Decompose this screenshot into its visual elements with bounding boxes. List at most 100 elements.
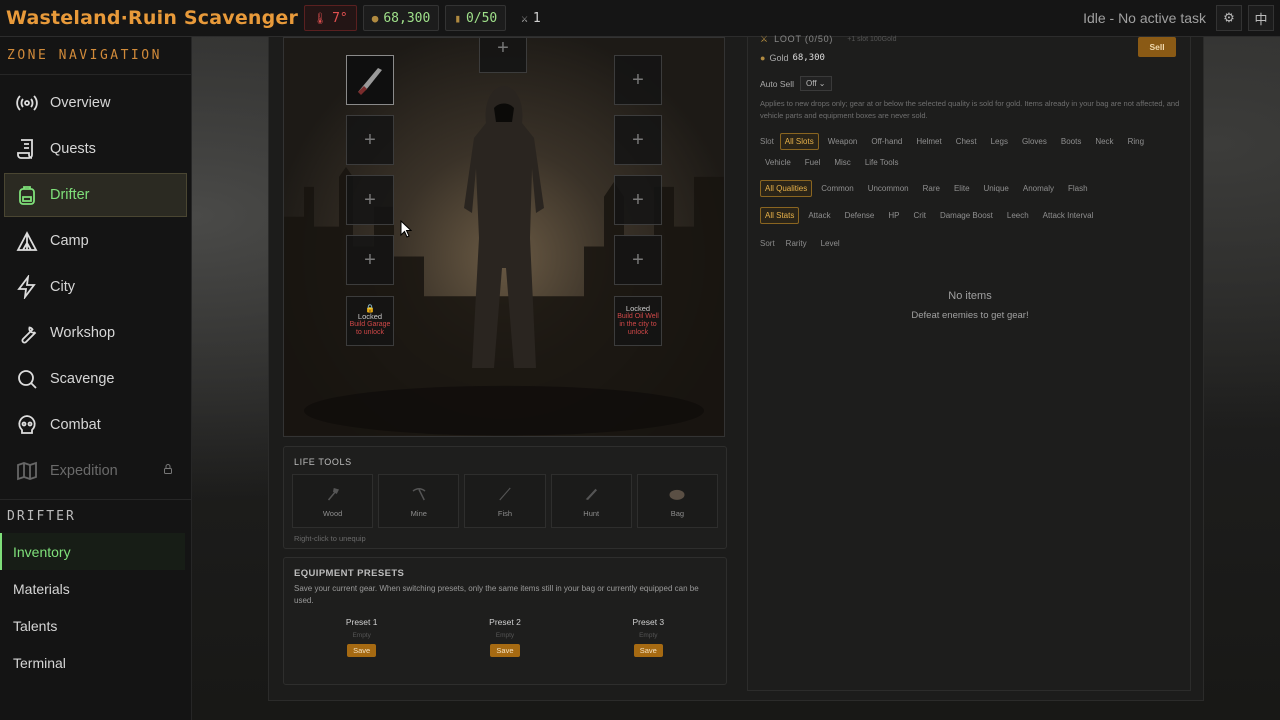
filter-stat-attack[interactable]: Attack xyxy=(803,207,835,224)
filter-slot-weapon[interactable]: Weapon xyxy=(823,133,863,150)
preset-3[interactable]: Preset 3 Empty Save xyxy=(583,617,713,657)
slot-right-4[interactable]: + xyxy=(614,235,662,285)
sidebar-item-drifter[interactable]: Drifter xyxy=(4,173,187,217)
filter-slot-offhand[interactable]: Off-hand xyxy=(866,133,907,150)
gold-value: 68,300 xyxy=(383,10,431,26)
filter-slot-helmet[interactable]: Helmet xyxy=(911,133,946,150)
filter-slot-neck[interactable]: Neck xyxy=(1090,133,1118,150)
sub-item-terminal[interactable]: Terminal xyxy=(0,644,185,681)
bag-badge: ▮ 0/50 xyxy=(445,5,507,31)
life-tools-row: Wood Mine Fish Hunt Bag xyxy=(284,467,726,528)
filter-slot-vehicle[interactable]: Vehicle xyxy=(760,154,796,171)
sidebar-item-label: Scavenge xyxy=(50,371,115,387)
sub-item-materials[interactable]: Materials xyxy=(0,570,185,607)
tool-slot-fish[interactable]: Fish xyxy=(464,474,546,528)
slot-right-3[interactable]: + xyxy=(614,175,662,225)
tool-slot-bag[interactable]: Bag xyxy=(636,474,719,528)
language-button[interactable]: 中 xyxy=(1248,5,1274,31)
filter-slot-gloves[interactable]: Gloves xyxy=(1017,133,1052,150)
thermometer-icon: 🌡 xyxy=(313,11,328,25)
preset-name: Preset 3 xyxy=(632,617,665,627)
bag-value: 0/50 xyxy=(465,10,498,26)
slot-right-1[interactable]: + xyxy=(614,55,662,105)
tool-slot-wood[interactable]: Wood xyxy=(292,474,374,528)
sidebar-item-overview[interactable]: Overview xyxy=(4,81,187,125)
filter-quality-unique[interactable]: Unique xyxy=(979,180,1014,197)
filter-slot-all[interactable]: All Slots xyxy=(779,133,819,150)
plus-icon: + xyxy=(632,188,644,211)
sidebar-item-camp[interactable]: Camp xyxy=(4,219,187,263)
gear-icon: ⚙ xyxy=(1223,10,1235,25)
slot-right-locked[interactable]: Locked Build Oil Well in the city to unl… xyxy=(614,296,662,346)
drifter-sub-heading: DRIFTER xyxy=(0,499,191,533)
filter-slot-fuel[interactable]: Fuel xyxy=(800,154,826,171)
preset-name: Preset 1 xyxy=(345,617,378,627)
slot-left-4[interactable]: + xyxy=(346,235,394,285)
filter-stat-leech[interactable]: Leech xyxy=(1002,207,1034,224)
filter-slot-chest[interactable]: Chest xyxy=(951,133,982,150)
filter-slot-boots[interactable]: Boots xyxy=(1056,133,1086,150)
filter-stat-attack-interval[interactable]: Attack Interval xyxy=(1038,207,1099,224)
sidebar-item-city[interactable]: City xyxy=(4,265,187,309)
preset-2[interactable]: Preset 2 Empty Save xyxy=(440,617,570,657)
filter-slot-misc[interactable]: Misc xyxy=(829,154,855,171)
filter-quality-elite[interactable]: Elite xyxy=(949,180,975,197)
filter-quality-common[interactable]: Common xyxy=(816,180,858,197)
sub-item-inventory[interactable]: Inventory xyxy=(0,533,185,570)
save-preset-3-button[interactable]: Save xyxy=(633,644,663,657)
slot-weapon[interactable] xyxy=(346,55,394,105)
filter-slot-ring[interactable]: Ring xyxy=(1123,133,1149,150)
filter-quality-flash[interactable]: Flash xyxy=(1063,180,1093,197)
filter-stat-damage-boost[interactable]: Damage Boost xyxy=(935,207,998,224)
tool-slot-mine[interactable]: Mine xyxy=(378,474,460,528)
autosell-select[interactable]: Off ⌄ xyxy=(800,76,832,91)
slot-right-2[interactable]: + xyxy=(614,115,662,165)
sidebar-item-label: Camp xyxy=(50,233,89,249)
slot-left-locked[interactable]: 🔒 Locked Build Garage to unlock xyxy=(346,296,394,346)
main-panel: + + + + 🔒 Locked Build Garage to unlock … xyxy=(268,34,1204,701)
slot-left-3[interactable]: + xyxy=(346,175,394,225)
axe-icon xyxy=(327,487,339,500)
slot-head[interactable]: + xyxy=(479,37,527,73)
gold-label: Gold xyxy=(769,53,789,63)
status-text: Idle - No active task xyxy=(1083,10,1206,26)
wrench-icon xyxy=(14,320,40,346)
sidebar-item-expedition[interactable]: Expedition xyxy=(4,449,187,493)
presets-card: EQUIPMENT PRESETS Save your current gear… xyxy=(283,557,727,685)
coin-icon: ● xyxy=(371,11,379,25)
sort-level[interactable]: Level xyxy=(816,235,845,252)
settings-button[interactable]: ⚙ xyxy=(1216,5,1242,31)
sub-item-talents[interactable]: Talents xyxy=(0,607,185,644)
filter-stat-defense[interactable]: Defense xyxy=(840,207,880,224)
radio-waves-icon xyxy=(14,90,40,116)
sidebar-item-quests[interactable]: Quests xyxy=(4,127,187,171)
tent-icon xyxy=(14,228,40,254)
slot-left-2[interactable]: + xyxy=(346,115,394,165)
sidebar-item-workshop[interactable]: Workshop xyxy=(4,311,187,355)
plus-icon: + xyxy=(497,37,509,59)
sidebar-item-scavenge[interactable]: Scavenge xyxy=(4,357,187,401)
tool-slot-hunt[interactable]: Hunt xyxy=(550,474,632,528)
filter-stat-crit[interactable]: Crit xyxy=(909,207,931,224)
filter-quality-rare[interactable]: Rare xyxy=(918,180,945,197)
skull-icon xyxy=(14,412,40,438)
sidebar-item-combat[interactable]: Combat xyxy=(4,403,187,447)
save-preset-2-button[interactable]: Save xyxy=(490,644,520,657)
filter-quality-all[interactable]: All Qualities xyxy=(760,180,813,197)
sidebar-item-label: Combat xyxy=(50,417,101,433)
plus-icon: + xyxy=(364,188,376,211)
filter-stat-all[interactable]: All Stats xyxy=(760,207,800,224)
filter-slot-life-tools[interactable]: Life Tools xyxy=(860,154,904,171)
filter-slot-legs[interactable]: Legs xyxy=(986,133,1013,150)
mouse-cursor xyxy=(400,220,412,238)
preset-1[interactable]: Preset 1 Empty Save xyxy=(297,617,427,657)
sort-rarity[interactable]: Rarity xyxy=(781,235,812,252)
filter-quality-uncommon[interactable]: Uncommon xyxy=(863,180,914,197)
filter-quality-anomaly[interactable]: Anomaly xyxy=(1018,180,1059,197)
filter-stat-hp[interactable]: HP xyxy=(883,207,904,224)
tool-label: Mine xyxy=(410,508,427,518)
save-preset-1-button[interactable]: Save xyxy=(347,644,377,657)
sell-button[interactable]: Sell xyxy=(1138,37,1176,57)
sort-row: Sort Rarity Level xyxy=(760,235,1185,252)
autosell-row: Auto Sell Off ⌄ xyxy=(760,76,832,91)
